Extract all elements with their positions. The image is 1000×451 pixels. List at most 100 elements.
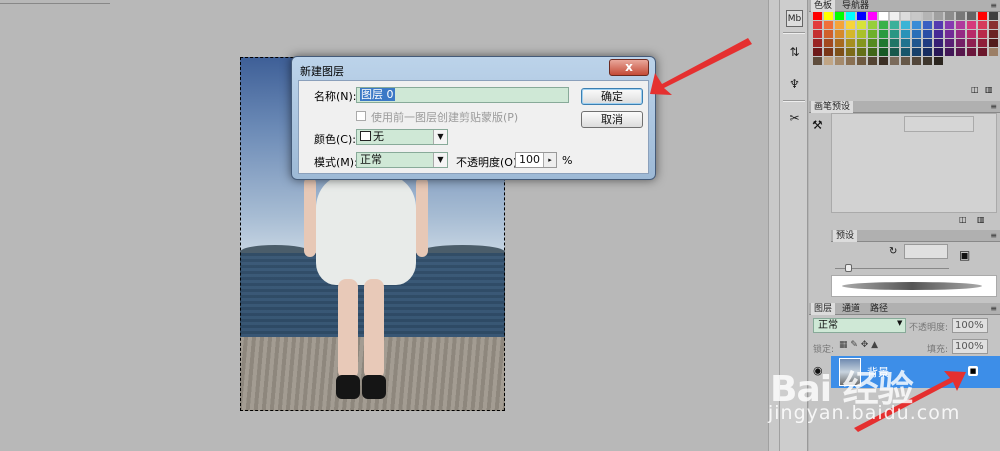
tab-brush-presets[interactable]: 画笔预设 <box>811 101 854 113</box>
color-swatch[interactable] <box>923 12 932 20</box>
color-swatch[interactable] <box>945 21 954 29</box>
color-swatch[interactable] <box>835 30 844 38</box>
color-swatch[interactable] <box>868 39 877 47</box>
preset-slider-thumb[interactable] <box>845 264 852 272</box>
color-swatch[interactable] <box>824 21 833 29</box>
layer-opacity-input[interactable]: 100% <box>952 318 988 333</box>
color-swatch[interactable] <box>846 57 855 65</box>
lock-icon[interactable]: ■ <box>968 366 978 376</box>
clone-source-icon[interactable]: ⇅ <box>786 44 803 61</box>
color-swatch[interactable] <box>989 48 998 56</box>
tab-presets[interactable]: 预设 <box>833 230 858 242</box>
tab-channels[interactable]: 通道 <box>839 303 863 315</box>
color-swatch[interactable] <box>923 39 932 47</box>
lock-icons[interactable]: ▦ ✎ ✥ ▲ <box>839 340 878 350</box>
color-swatch[interactable] <box>846 39 855 47</box>
color-swatch[interactable] <box>868 48 877 56</box>
color-swatch[interactable] <box>934 12 943 20</box>
color-swatch[interactable] <box>934 21 943 29</box>
tab-navigator[interactable]: 导航器 <box>839 0 872 12</box>
color-swatch[interactable] <box>912 12 921 20</box>
color-swatch[interactable] <box>901 21 910 29</box>
color-swatch[interactable] <box>868 57 877 65</box>
color-swatch[interactable] <box>868 21 877 29</box>
ok-button[interactable]: 确定 <box>581 88 643 105</box>
tab-paths[interactable]: 路径 <box>867 303 891 315</box>
color-swatch[interactable] <box>813 21 822 29</box>
color-swatch[interactable] <box>978 39 987 47</box>
color-swatch[interactable] <box>857 21 866 29</box>
color-swatch[interactable] <box>923 57 932 65</box>
color-swatch[interactable] <box>912 57 921 65</box>
color-swatch[interactable] <box>912 39 921 47</box>
clip-mask-checkbox[interactable] <box>356 111 366 121</box>
color-swatch[interactable] <box>879 30 888 38</box>
color-swatch[interactable] <box>956 21 965 29</box>
color-swatch[interactable] <box>912 30 921 38</box>
color-swatch[interactable] <box>824 12 833 20</box>
color-swatch[interactable] <box>868 12 877 20</box>
color-swatch[interactable] <box>967 21 976 29</box>
color-swatch[interactable] <box>967 48 976 56</box>
color-swatch[interactable] <box>835 48 844 56</box>
color-swatch[interactable] <box>901 48 910 56</box>
color-swatch[interactable] <box>956 48 965 56</box>
color-swatch[interactable] <box>978 30 987 38</box>
color-swatch[interactable] <box>978 21 987 29</box>
color-swatch[interactable] <box>934 57 943 65</box>
cancel-button[interactable]: 取消 <box>581 111 643 128</box>
trash-icon[interactable]: ▥ <box>977 215 985 224</box>
color-swatch[interactable] <box>956 39 965 47</box>
color-swatch[interactable] <box>967 39 976 47</box>
color-swatch[interactable] <box>923 48 932 56</box>
color-swatch[interactable] <box>857 30 866 38</box>
color-swatch[interactable] <box>989 30 998 38</box>
color-swatch[interactable] <box>978 48 987 56</box>
panel-menu-icon[interactable]: ≡ <box>990 0 997 12</box>
color-swatch[interactable] <box>989 39 998 47</box>
color-swatch[interactable] <box>890 30 899 38</box>
chevron-right-icon[interactable]: ▸ <box>543 153 556 167</box>
new-swatch-icon[interactable]: ◫ <box>971 85 979 94</box>
color-swatch[interactable] <box>879 12 888 20</box>
color-swatch[interactable] <box>835 39 844 47</box>
mini-bridge-icon[interactable]: Mb <box>786 10 803 27</box>
color-swatch[interactable] <box>934 30 943 38</box>
panel-menu-icon[interactable]: ≡ <box>990 230 997 242</box>
color-swatch[interactable] <box>945 12 954 20</box>
color-swatch[interactable] <box>879 21 888 29</box>
color-swatch[interactable] <box>967 30 976 38</box>
color-swatch[interactable] <box>868 30 877 38</box>
color-swatch[interactable] <box>923 30 932 38</box>
preset-size-input[interactable] <box>904 244 948 259</box>
stamp-icon[interactable]: ▣ <box>959 248 970 262</box>
color-swatch[interactable] <box>813 30 822 38</box>
color-swatch[interactable] <box>813 57 822 65</box>
color-swatch[interactable] <box>846 12 855 20</box>
blend-mode-select[interactable]: 正常 <box>813 318 906 333</box>
color-swatch[interactable] <box>956 12 965 20</box>
color-swatch[interactable] <box>824 48 833 56</box>
brush-preset-list[interactable] <box>831 113 997 213</box>
color-swatch[interactable] <box>978 12 987 20</box>
layer-name-input[interactable]: 图层 0 <box>356 87 569 103</box>
mode-select[interactable]: 正常 ▼ <box>356 152 448 168</box>
tools-icon[interactable]: ✂ <box>786 110 803 127</box>
new-preset-icon[interactable]: ◫ <box>959 215 967 224</box>
color-swatch[interactable] <box>890 12 899 20</box>
color-select[interactable]: 无 ▼ <box>356 129 448 145</box>
color-swatch[interactable] <box>824 57 833 65</box>
close-button[interactable]: x <box>609 59 649 76</box>
color-swatch[interactable] <box>835 57 844 65</box>
color-swatch[interactable] <box>890 39 899 47</box>
color-swatch[interactable] <box>967 12 976 20</box>
color-swatch[interactable] <box>857 57 866 65</box>
color-swatch[interactable] <box>901 30 910 38</box>
color-swatch[interactable] <box>901 39 910 47</box>
color-swatch[interactable] <box>813 48 822 56</box>
color-swatch[interactable] <box>857 12 866 20</box>
color-swatch[interactable] <box>945 30 954 38</box>
color-swatch[interactable] <box>857 48 866 56</box>
color-swatch[interactable] <box>835 12 844 20</box>
color-swatch[interactable] <box>912 21 921 29</box>
